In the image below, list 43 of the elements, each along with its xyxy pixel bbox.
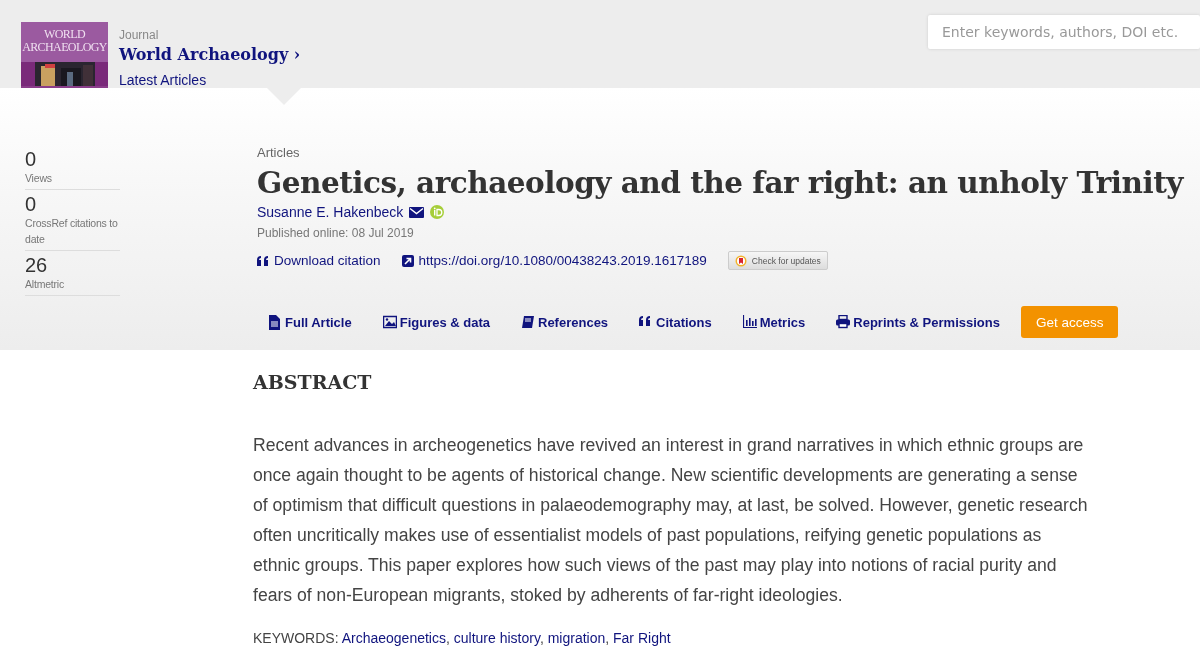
tab-link[interactable]: Full Article: [268, 314, 352, 330]
tab-link[interactable]: References: [521, 314, 609, 330]
image-icon: [382, 314, 397, 330]
tab-link[interactable]: Metrics: [742, 314, 806, 330]
check-for-updates-button[interactable]: Check for updates: [727, 251, 828, 270]
tab-link[interactable]: Figures & data: [382, 314, 490, 330]
document-icon: [268, 314, 282, 330]
metric-value: 0: [25, 193, 38, 215]
search-field[interactable]: Enter keywords, authors, DOI etc.: [928, 15, 1200, 49]
keyword-link[interactable]: culture history: [453, 630, 540, 646]
tab-link[interactable]: Reprints & Permissions: [836, 314, 1000, 330]
keywords-label: KEYWORDS:: [253, 630, 340, 646]
bar-chart-icon: [742, 314, 757, 330]
publication-date: Published online: 08 Jul 2019: [257, 226, 415, 240]
orcid-icon: [430, 205, 445, 219]
keyword-separator: ,: [446, 630, 450, 646]
metric-value: 0: [25, 148, 38, 170]
journal-label: Journal: [119, 28, 160, 42]
keyword-link[interactable]: Far Right: [613, 630, 671, 646]
printer-icon: [836, 314, 851, 330]
article-type: Articles: [257, 145, 301, 161]
metric-value: 26: [25, 254, 49, 276]
journal-name-link[interactable]: World Archaeology ›: [119, 44, 301, 66]
cover-title: WORLD ARCHAEOLOGY: [21, 22, 108, 62]
keyword-separator: ,: [605, 630, 610, 646]
keyword-link[interactable]: Archaeogenetics: [341, 630, 446, 646]
metric-label: Altmetric: [25, 277, 66, 292]
metric-label: CrossRef citations to date: [25, 216, 119, 247]
download-citation-link[interactable]: Download citation: [257, 253, 381, 268]
article-title: Genetics, archaeology and the far right: an unholy Trinity: [257, 165, 1185, 201]
abstract-heading: ABSTRACT: [253, 370, 373, 394]
journal-cover[interactable]: WORLD ARCHAEOLOGY: [21, 22, 108, 88]
external-link-icon: [401, 254, 414, 267]
quote-icon: [257, 255, 269, 266]
book-icon: [521, 314, 535, 330]
bookmark-badge-icon: [734, 254, 747, 267]
doi-link[interactable]: https://doi.org/10.1080/00438243.2019.1617189: [401, 253, 707, 268]
metric-label: Views: [25, 171, 53, 186]
envelope-icon: [409, 206, 425, 218]
author-link[interactable]: Susanne E. Hakenbeck: [257, 203, 404, 221]
abstract-text: Recent advances in archeogenetics have revived an interest in grand narratives in which ethnic groups are once again thought to be agents of historical change. New scientific developments are generating a sense of optimism that difficult questions in palaeodemography may, at last, be solved. However, genetic research often uncritically makes use of essentialist models of past populations, reifying genetic populations as ethnic groups. This paper explores how such views of the past may play into notions of racial purity and fears of non-European migrants, stoked by adherents of far-right ideologies.: [253, 434, 1089, 607]
latest-articles-link[interactable]: Latest Articles: [119, 71, 301, 89]
tab-link[interactable]: Citations: [639, 314, 712, 330]
